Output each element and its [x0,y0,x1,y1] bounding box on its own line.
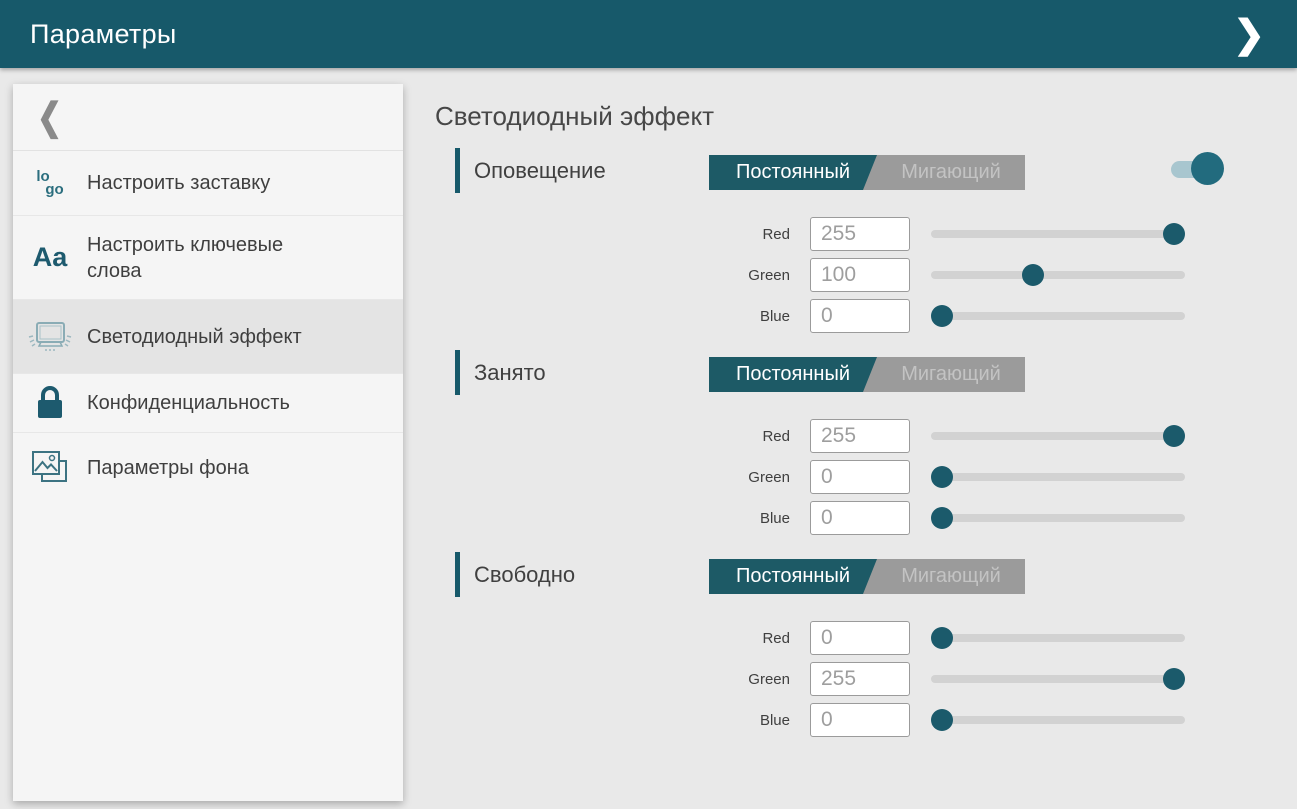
slider-thumb[interactable] [931,305,953,327]
sidebar-item-led-effect[interactable]: Светодиодный эффект [13,300,403,374]
sidebar-item-privacy[interactable]: Конфиденциальность [13,374,403,433]
slider-track[interactable] [931,473,1185,481]
lock-icon [13,384,87,422]
green-value-input[interactable] [810,662,910,696]
green-slider[interactable] [931,662,1185,696]
background-images-icon [13,448,87,488]
section-accent-bar [455,552,460,597]
channel-row-blue: Blue [710,703,1295,737]
slider-track[interactable] [931,514,1185,522]
green-value-input[interactable] [810,258,910,292]
blue-value-input[interactable] [810,299,910,333]
sidebar-item-label: Светодиодный эффект [87,324,302,350]
channel-label: Blue [710,712,790,729]
logo-icon: logo [13,170,87,196]
switch-knob [1191,152,1224,185]
page-title: Параметры [30,19,177,50]
section-title: Занято [474,360,546,386]
blue-value-input[interactable] [810,703,910,737]
slider-track[interactable] [931,716,1185,724]
slider-thumb[interactable] [1163,223,1185,245]
red-slider[interactable] [931,217,1185,251]
slider-track[interactable] [931,312,1185,320]
red-value-input[interactable] [810,621,910,655]
sidebar-item-background[interactable]: Параметры фона [13,433,403,503]
blue-slider[interactable] [931,501,1185,535]
slider-thumb[interactable] [1163,425,1185,447]
sidebar-item-label: Конфиденциальность [87,390,290,416]
channel-label: Red [710,226,790,243]
panel-title: Светодиодный эффект [435,98,1295,134]
mode-tab-group: Постоянный Мигающий [709,155,1025,190]
slider-thumb[interactable] [931,709,953,731]
tab-blinking[interactable]: Мигающий [877,559,1025,594]
app-header: Параметры ❯ [0,0,1297,68]
channel-label: Blue [710,510,790,527]
mode-tab-group: Постоянный Мигающий [709,357,1025,392]
led-monitor-icon [13,317,87,357]
mode-tab-group: Постоянный Мигающий [709,559,1025,594]
section-accent-bar [455,350,460,395]
sidebar-item-label: Настроить ключевые слова [87,232,342,284]
channel-row-red: Red [710,217,1295,251]
sidebar-item-label: Настроить заставку [87,170,270,196]
tab-blinking[interactable]: Мигающий [877,155,1025,190]
tab-blinking[interactable]: Мигающий [877,357,1025,392]
slider-thumb[interactable] [931,466,953,488]
channel-row-blue: Blue [710,299,1295,333]
green-slider[interactable] [931,460,1185,494]
channel-label: Green [710,469,790,486]
green-slider[interactable] [931,258,1185,292]
red-value-input[interactable] [810,419,910,453]
forward-chevron-icon[interactable]: ❯ [1219,0,1279,68]
led-effect-panel: Светодиодный эффект Оповещение Постоянны… [435,98,1295,754]
section-busy: Занято Постоянный Мигающий Red Green Blu… [435,350,1295,535]
blue-slider[interactable] [931,703,1185,737]
channel-label: Red [710,428,790,445]
tab-solid[interactable]: Постоянный [709,357,877,392]
tab-solid[interactable]: Постоянный [709,155,877,190]
section-accent-bar [455,148,460,193]
blue-value-input[interactable] [810,501,910,535]
slider-thumb[interactable] [931,627,953,649]
channel-label: Blue [710,308,790,325]
keywords-icon: Aa [13,242,87,273]
slider-thumb[interactable] [1022,264,1044,286]
back-chevron-icon: ❮ [37,95,62,139]
channel-label: Green [710,267,790,284]
channel-row-green: Green [710,662,1295,696]
green-value-input[interactable] [810,460,910,494]
channel-row-green: Green [710,258,1295,292]
sidebar-item-splash-screen[interactable]: logo Настроить заставку [13,151,403,216]
slider-thumb[interactable] [931,507,953,529]
channel-label: Red [710,630,790,647]
slider-track[interactable] [931,230,1185,238]
section-title: Оповещение [474,158,606,184]
channel-row-blue: Blue [710,501,1295,535]
tab-solid[interactable]: Постоянный [709,559,877,594]
slider-track[interactable] [931,271,1185,279]
channel-row-red: Red [710,621,1295,655]
red-value-input[interactable] [810,217,910,251]
section-free: Свободно Постоянный Мигающий Red Green B… [435,552,1295,737]
section-title: Свободно [474,562,575,588]
settings-sidebar: ❮ logo Настроить заставку Aa Настроить к… [13,84,403,801]
red-slider[interactable] [931,621,1185,655]
slider-track[interactable] [931,634,1185,642]
channel-row-red: Red [710,419,1295,453]
sidebar-item-keywords[interactable]: Aa Настроить ключевые слова [13,216,403,300]
slider-track[interactable] [931,432,1185,440]
blue-slider[interactable] [931,299,1185,333]
red-slider[interactable] [931,419,1185,453]
notification-toggle-switch[interactable] [1171,152,1224,186]
channel-row-green: Green [710,460,1295,494]
channel-label: Green [710,671,790,688]
slider-thumb[interactable] [1163,668,1185,690]
sidebar-item-label: Параметры фона [87,455,249,481]
slider-track[interactable] [931,675,1185,683]
section-notification: Оповещение Постоянный Мигающий Red Green [435,148,1295,333]
sidebar-back-button[interactable]: ❮ [13,84,403,151]
